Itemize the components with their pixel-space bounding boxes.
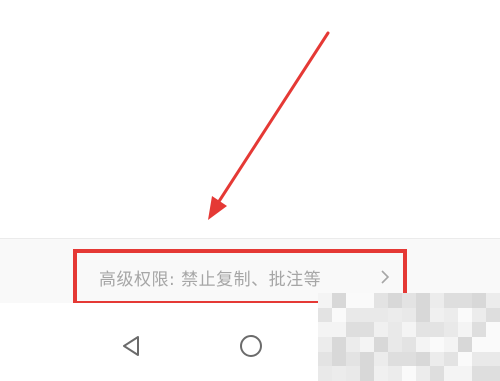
circle-home-icon <box>240 335 262 357</box>
pixelated-overlay <box>318 293 500 381</box>
home-button[interactable] <box>236 331 266 361</box>
chevron-right-icon <box>377 269 393 285</box>
advanced-permission-label: 高级权限: 禁止复制、批注等 <box>99 269 322 290</box>
back-button[interactable] <box>116 331 146 361</box>
triangle-back-icon <box>123 336 139 356</box>
app-screen: 高级权限: 禁止复制、批注等 <box>0 0 500 381</box>
content-area <box>0 0 500 238</box>
